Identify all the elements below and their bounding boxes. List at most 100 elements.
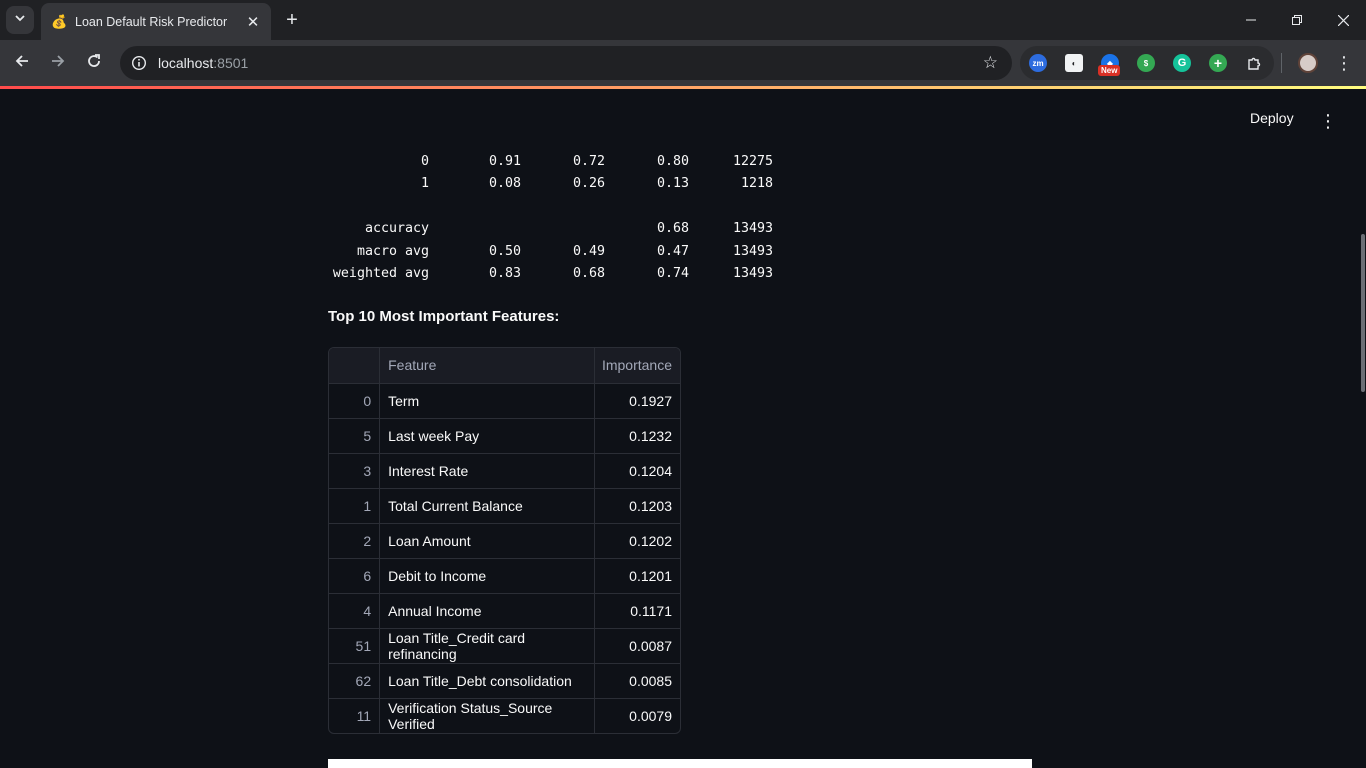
- importance-value-cell[interactable]: 0.0085: [594, 663, 680, 699]
- feature-name-cell[interactable]: Loan Title_Credit card refinancing: [379, 628, 595, 664]
- row-index-cell[interactable]: 11: [329, 698, 381, 733]
- browser-tab[interactable]: 💰 Loan Default Risk Predictor ✕: [41, 3, 271, 40]
- feature-importance-table[interactable]: Feature Importance 0 Term 0.1927 5 Last week…: [328, 347, 681, 734]
- importance-value-cell[interactable]: 0.1203: [594, 488, 680, 524]
- index-column-header[interactable]: [329, 348, 381, 384]
- zoom-extension-icon[interactable]: zm: [1029, 54, 1047, 72]
- deploy-button[interactable]: Deploy: [1250, 110, 1294, 126]
- report-cell-f1: 0.74: [656, 265, 689, 281]
- back-button[interactable]: [7, 48, 37, 78]
- row-index-cell[interactable]: 51: [329, 628, 381, 664]
- next-element-preview: [328, 759, 1032, 768]
- close-window-button[interactable]: [1320, 0, 1366, 40]
- feature-name-cell[interactable]: Debit to Income: [379, 558, 595, 594]
- new-badge: New: [1098, 65, 1121, 76]
- feature-column-header[interactable]: Feature: [379, 348, 595, 384]
- table-row[interactable]: 6 Debit to Income 0.1201: [329, 558, 680, 594]
- report-cell-support: 1218: [740, 176, 773, 192]
- app-content: Deploy ⋮ 0 0.91 0.72 0.80 12275 1 0.08 0.26 0.13…: [0, 86, 1366, 768]
- row-index-cell[interactable]: 4: [329, 593, 381, 629]
- row-index-cell[interactable]: 62: [329, 663, 381, 699]
- report-cell-precision: 0.08: [488, 176, 521, 192]
- money-extension-icon[interactable]: $: [1137, 54, 1155, 72]
- report-cell-label: 0: [420, 154, 429, 169]
- new-tab-button[interactable]: +: [280, 8, 304, 32]
- importance-value-cell[interactable]: 0.1232: [594, 418, 680, 454]
- site-info-icon[interactable]: [122, 46, 156, 80]
- ink-extension-icon[interactable]: ◐: [1065, 54, 1083, 72]
- report-cell-support: 13493: [732, 221, 773, 237]
- feature-name-cell[interactable]: Annual Income: [379, 593, 595, 629]
- importance-value-cell[interactable]: 0.1171: [594, 593, 680, 629]
- report-row: weighted avg 0.83 0.68 0.74 13493: [328, 266, 773, 288]
- puzzle-extension-icon[interactable]: [1245, 54, 1263, 72]
- importance-column-header[interactable]: Importance: [594, 348, 680, 384]
- row-index-cell[interactable]: 1: [329, 488, 381, 524]
- report-cell-label: accuracy: [364, 221, 429, 237]
- row-index-cell[interactable]: 5: [329, 418, 381, 454]
- classification-report: 0 0.91 0.72 0.80 12275 1 0.08 0.26 0.13 1218 accur…: [328, 154, 773, 288]
- table-row[interactable]: 4 Annual Income 0.1171: [329, 593, 680, 629]
- app-menu-icon[interactable]: ⋮: [1318, 111, 1338, 131]
- bookmark-star-icon[interactable]: ☆: [983, 53, 998, 73]
- report-spacer: [328, 199, 773, 221]
- table-row[interactable]: 5 Last week Pay 0.1232: [329, 418, 680, 454]
- report-cell-recall: 0.68: [572, 265, 605, 281]
- report-cell-f1: 0.47: [656, 243, 689, 259]
- feature-name-cell[interactable]: Term: [379, 383, 595, 419]
- report-cell-f1: 0.68: [656, 221, 689, 237]
- tab-strip: 💰 Loan Default Risk Predictor ✕ +: [0, 0, 1366, 40]
- row-index-cell[interactable]: 2: [329, 523, 381, 559]
- extensions-area: zm ◐ ◆ $ G +: [1020, 46, 1274, 80]
- importance-value-cell[interactable]: 0.1202: [594, 523, 680, 559]
- close-tab-icon[interactable]: ✕: [245, 14, 261, 31]
- report-cell-support: 13493: [732, 243, 773, 259]
- minimize-button[interactable]: [1228, 0, 1274, 40]
- report-cell-f1: 0.80: [656, 154, 689, 169]
- table-row[interactable]: 1 Total Current Balance 0.1203: [329, 488, 680, 524]
- address-bar[interactable]: localhost:8501 ☆: [120, 46, 1012, 80]
- table-row[interactable]: 2 Loan Amount 0.1202: [329, 523, 680, 559]
- importance-value-cell[interactable]: 0.0079: [594, 698, 680, 733]
- report-cell-precision: 0.83: [488, 265, 521, 281]
- table-row[interactable]: 0 Term 0.1927: [329, 383, 680, 419]
- forward-button[interactable]: [43, 48, 73, 78]
- table-row[interactable]: 62 Loan Title_Debt consolidation 0.0085: [329, 663, 680, 699]
- grammarly-extension-icon[interactable]: G: [1173, 54, 1191, 72]
- browser-menu-icon[interactable]: ⋮: [1335, 50, 1353, 76]
- report-cell-precision: 0.50: [488, 243, 521, 259]
- plus-extension-icon[interactable]: +: [1209, 54, 1227, 72]
- tab-title: Loan Default Risk Predictor: [75, 14, 228, 29]
- importance-value-cell[interactable]: 0.1201: [594, 558, 680, 594]
- importance-value-cell[interactable]: 0.1204: [594, 453, 680, 489]
- importance-value-cell[interactable]: 0.1927: [594, 383, 680, 419]
- report-row: 1 0.08 0.26 0.13 1218: [328, 176, 773, 198]
- report-row: accuracy 0.68 13493: [328, 221, 773, 243]
- table-row[interactable]: 51 Loan Title_Credit card refinancing 0.00…: [329, 628, 680, 664]
- feature-name-cell[interactable]: Last week Pay: [379, 418, 595, 454]
- row-index-cell[interactable]: 3: [329, 453, 381, 489]
- report-cell-support: 13493: [732, 265, 773, 281]
- report-cell-precision: 0.91: [488, 154, 521, 169]
- importance-value-cell[interactable]: 0.0087: [594, 628, 680, 664]
- table-row[interactable]: 3 Interest Rate 0.1204: [329, 453, 680, 489]
- row-index-cell[interactable]: 0: [329, 383, 381, 419]
- restore-button[interactable]: [1274, 0, 1320, 40]
- scrollbar-track[interactable]: [1360, 86, 1366, 768]
- feature-name-cell[interactable]: Interest Rate: [379, 453, 595, 489]
- tab-search-button[interactable]: [6, 6, 34, 34]
- browser-toolbar: localhost:8501 ☆ zm ◐ ◆ $ G + New: [0, 40, 1366, 86]
- toolbar-separator: [1281, 53, 1282, 73]
- feature-name-cell[interactable]: Loan Amount: [379, 523, 595, 559]
- profile-avatar[interactable]: [1298, 53, 1318, 73]
- feature-name-cell[interactable]: Loan Title_Debt consolidation: [379, 663, 595, 699]
- features-heading: Top 10 Most Important Features:: [328, 308, 560, 325]
- table-row[interactable]: 11 Verification Status_Source Verified 0.0…: [329, 698, 680, 733]
- report-cell-label: macro avg: [356, 243, 429, 259]
- scrollbar-thumb[interactable]: [1361, 234, 1365, 392]
- reload-button[interactable]: [79, 48, 109, 78]
- report-cell-label: weighted avg: [332, 265, 429, 281]
- feature-name-cell[interactable]: Verification Status_Source Verified: [379, 698, 595, 733]
- feature-name-cell[interactable]: Total Current Balance: [379, 488, 595, 524]
- row-index-cell[interactable]: 6: [329, 558, 381, 594]
